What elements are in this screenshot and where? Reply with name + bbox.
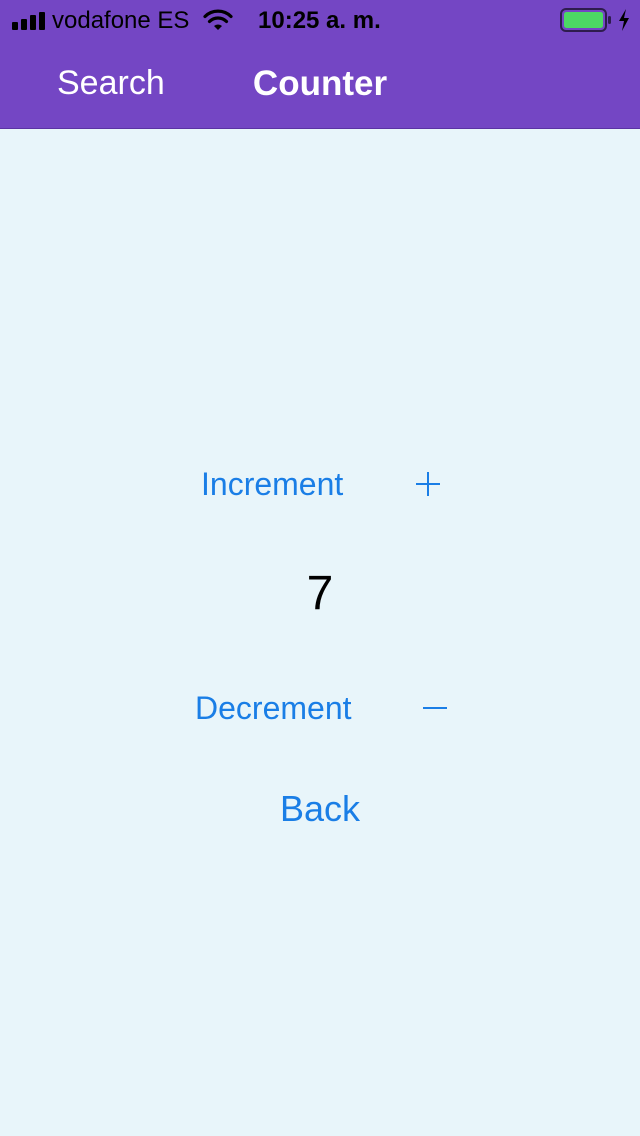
minus-icon[interactable] <box>421 694 449 722</box>
navigation-bar: vodafone ES 10:25 a. m. Search Counter <box>0 0 640 129</box>
increment-button[interactable]: Increment <box>201 466 343 503</box>
carrier-name: vodafone ES <box>52 7 190 34</box>
status-bar: vodafone ES 10:25 a. m. <box>0 0 640 40</box>
battery-icon <box>560 8 611 32</box>
plus-icon[interactable] <box>414 470 442 498</box>
clock: 10:25 a. m. <box>258 7 381 34</box>
back-button[interactable]: Back <box>0 788 640 830</box>
page-title: Counter <box>252 64 388 103</box>
counter-value: 7 <box>306 567 334 620</box>
decrement-button[interactable]: Decrement <box>195 690 352 727</box>
charging-bolt-icon <box>619 9 629 31</box>
wifi-icon <box>203 9 233 30</box>
decrement-row[interactable]: Decrement <box>0 688 640 728</box>
signal-bars-icon <box>12 10 48 30</box>
increment-row[interactable]: Increment <box>0 464 640 504</box>
